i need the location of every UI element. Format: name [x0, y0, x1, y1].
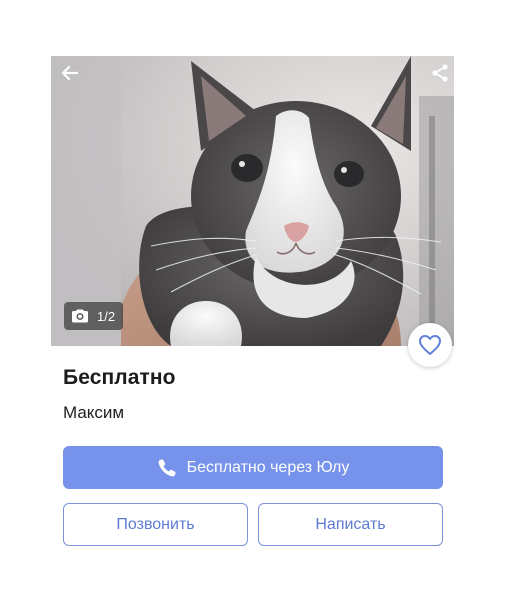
- photo-counter: 1/2: [64, 302, 124, 330]
- camera-icon: [72, 309, 88, 323]
- heart-icon: [419, 335, 441, 355]
- share-button[interactable]: [428, 60, 452, 86]
- free-via-youla-button[interactable]: Бесплатно через Юлу: [63, 446, 443, 489]
- message-button[interactable]: Написать: [258, 503, 443, 546]
- favorite-button[interactable]: [408, 323, 452, 367]
- free-via-youla-label: Бесплатно через Юлу: [186, 458, 350, 476]
- call-button-label: Позвонить: [116, 515, 195, 533]
- phone-icon: [158, 458, 176, 476]
- seller-name[interactable]: Максим: [63, 403, 124, 423]
- call-button[interactable]: Позвонить: [63, 503, 248, 546]
- arrow-left-icon: [61, 65, 79, 81]
- photo-counter-text: 1/2: [97, 308, 116, 324]
- message-button-label: Написать: [315, 515, 386, 533]
- back-button[interactable]: [57, 60, 83, 86]
- share-icon: [432, 64, 448, 82]
- price: Бесплатно: [63, 366, 176, 389]
- listing-photo[interactable]: 1/2: [51, 56, 454, 346]
